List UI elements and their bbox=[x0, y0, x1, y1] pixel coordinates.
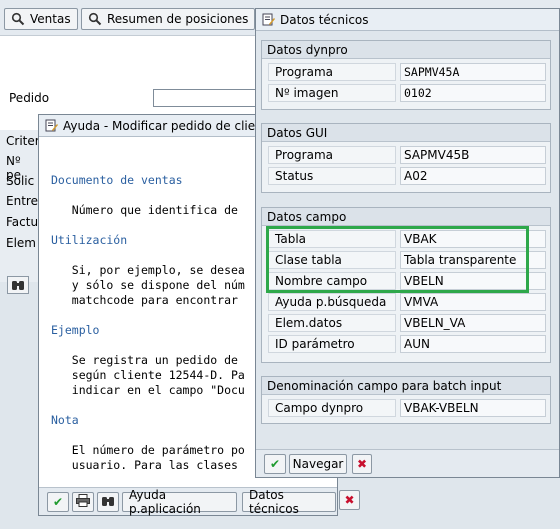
ayuda-aplicacion-button[interactable]: Ayuda p.aplicación bbox=[122, 488, 237, 516]
row-status: Status A02 bbox=[268, 167, 548, 185]
group-batch-input: Denominación campo para batch input Camp… bbox=[261, 376, 551, 424]
group-title: Datos dynpro bbox=[262, 41, 550, 59]
status-label: Status bbox=[268, 167, 396, 185]
ventas-button[interactable]: Ventas bbox=[4, 8, 78, 30]
group-title: Denominación campo para batch input bbox=[262, 377, 550, 395]
cancel-tech-button[interactable]: ✖ bbox=[352, 454, 372, 474]
group-datos-dynpro: Datos dynpro Programa SAPMV45A Nº imagen… bbox=[261, 40, 551, 110]
status-value[interactable]: A02 bbox=[400, 167, 546, 185]
binoculars-icon bbox=[101, 494, 115, 511]
campo-dynpro-value[interactable]: VBAK-VBELN bbox=[400, 399, 546, 417]
id-parametro-value[interactable]: AUN bbox=[400, 335, 546, 353]
printer-icon bbox=[76, 494, 90, 510]
checkmark-icon: ✔ bbox=[269, 457, 281, 471]
resumen-posiciones-button[interactable]: Resumen de posiciones bbox=[81, 8, 256, 30]
checkmark-icon: ✔ bbox=[52, 495, 64, 509]
group-title: Datos campo bbox=[262, 208, 550, 226]
resumen-label: Resumen de posiciones bbox=[107, 12, 249, 26]
criteria-item: Elem bbox=[6, 236, 36, 250]
row-ayuda-busqueda: Ayuda p.búsqueda VMVA bbox=[268, 293, 548, 311]
cancel-help-button[interactable]: ✖ bbox=[339, 490, 360, 510]
criteria-panel: Criter Nº pe Solic Entre Factu Elem bbox=[0, 130, 40, 282]
row-id-parametro: ID parámetro AUN bbox=[268, 335, 548, 353]
pedido-input[interactable] bbox=[153, 89, 258, 107]
gui-programa-label: Programa bbox=[268, 146, 396, 164]
criteria-item: Factu bbox=[6, 215, 39, 229]
close-icon: ✖ bbox=[344, 493, 355, 507]
row-gui-programa: Programa SAPMV45B bbox=[268, 146, 548, 164]
tech-title: Datos técnicos bbox=[280, 12, 369, 27]
elem-datos-value[interactable]: VBELN_VA bbox=[400, 314, 546, 332]
group-title: Datos GUI bbox=[262, 124, 550, 142]
row-programa: Programa SAPMV45A bbox=[268, 63, 548, 81]
navegar-button[interactable]: Navegar bbox=[289, 454, 347, 474]
elem-datos-label: Elem.datos bbox=[268, 314, 396, 332]
pedido-label: Pedido bbox=[9, 91, 50, 105]
print-button[interactable] bbox=[72, 492, 94, 512]
binoculars-button[interactable] bbox=[7, 276, 29, 294]
imagen-label: Nº imagen bbox=[268, 84, 396, 102]
gui-programa-value[interactable]: SAPMV45B bbox=[400, 146, 546, 164]
tech-titlebar: Datos técnicos bbox=[256, 9, 559, 31]
datos-tecnicos-button[interactable]: Datos técnicos bbox=[242, 488, 336, 516]
help-footer: ✔ Ayuda p.aplicación Datos técnicos bbox=[39, 487, 337, 516]
edit-document-icon bbox=[45, 119, 58, 132]
ayuda-busqueda-label: Ayuda p.búsqueda bbox=[268, 293, 396, 311]
edit-document-icon bbox=[262, 13, 275, 26]
binoculars-icon bbox=[11, 278, 25, 295]
programa-value[interactable]: SAPMV45A bbox=[400, 63, 546, 81]
campo-dynpro-label: Campo dynpro bbox=[268, 399, 396, 417]
confirm-button[interactable]: ✔ bbox=[47, 492, 69, 512]
imagen-value[interactable]: 0102 bbox=[400, 84, 546, 102]
close-icon: ✖ bbox=[356, 457, 368, 471]
highlight-box bbox=[266, 226, 529, 293]
confirm-tech-button[interactable]: ✔ bbox=[264, 454, 286, 474]
id-parametro-label: ID parámetro bbox=[268, 335, 396, 353]
row-imagen: Nº imagen 0102 bbox=[268, 84, 548, 102]
criteria-item: Solic bbox=[6, 174, 35, 188]
ventas-label: Ventas bbox=[30, 12, 71, 26]
criteria-item: Criter bbox=[6, 134, 40, 148]
find-button[interactable] bbox=[97, 492, 119, 512]
search-icon bbox=[11, 12, 25, 26]
help-title: Ayuda - Modificar pedido de cliente: bbox=[63, 118, 279, 133]
group-datos-gui: Datos GUI Programa SAPMV45B Status A02 bbox=[261, 123, 551, 193]
search-icon bbox=[88, 12, 102, 26]
criteria-item: Entre bbox=[6, 194, 38, 208]
ayuda-busqueda-value[interactable]: VMVA bbox=[400, 293, 546, 311]
tech-footer: ✔ Navegar ✖ bbox=[256, 449, 559, 477]
programa-label: Programa bbox=[268, 63, 396, 81]
row-elem-datos: Elem.datos VBELN_VA bbox=[268, 314, 548, 332]
row-campo-dynpro: Campo dynpro VBAK-VBELN bbox=[268, 399, 548, 417]
